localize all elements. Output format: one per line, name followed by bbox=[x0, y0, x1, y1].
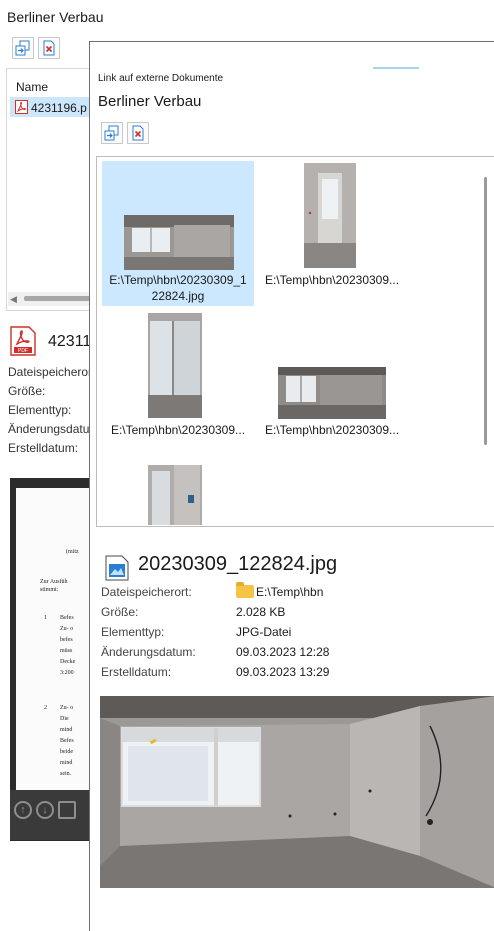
room-photo bbox=[100, 696, 494, 888]
file-name: 20230309_122824.jpg bbox=[138, 553, 338, 575]
pdf-text: müss bbox=[60, 648, 73, 654]
remove-link-icon bbox=[43, 40, 55, 56]
detail-value-location[interactable]: E:\Temp\hbn bbox=[256, 585, 323, 599]
image-tile[interactable] bbox=[102, 461, 254, 526]
detail-label-size: Größe: bbox=[101, 605, 139, 619]
pdf-text: Zu- o bbox=[60, 626, 74, 632]
front-window: Link auf externe Dokumente Berliner Verb… bbox=[89, 41, 494, 931]
scrollbar-thumb[interactable] bbox=[24, 296, 94, 301]
window-title: Berliner Verbau bbox=[98, 93, 202, 110]
detail-value-modified: 09.03.2023 12:28 bbox=[236, 645, 330, 659]
add-link-button[interactable] bbox=[101, 122, 123, 144]
image-caption: E:\Temp\hbn\20230309... bbox=[264, 423, 400, 437]
window-caption: Link auf externe Dokumente bbox=[98, 73, 224, 84]
pdf-text: befes bbox=[60, 637, 73, 643]
pdf-text: Die bbox=[60, 716, 69, 722]
image-caption: E:\Temp\hbn\20230309... bbox=[110, 423, 246, 437]
detail-label-created: Erstelldatum: bbox=[101, 665, 172, 679]
scroll-left-arrow-icon[interactable]: ◀ bbox=[10, 294, 17, 305]
detail-value-created: 09.03.2023 13:29 bbox=[236, 665, 330, 679]
folder-icon bbox=[236, 582, 254, 598]
detail-label-modified: Änderungsdatum: bbox=[101, 645, 196, 659]
arrow-up-icon[interactable]: ↑ bbox=[14, 801, 32, 819]
remove-link-icon bbox=[132, 125, 144, 141]
image-tile[interactable]: E:\Temp\hbn\20230309... bbox=[256, 311, 408, 456]
arrow-down-icon[interactable]: ↓ bbox=[36, 801, 54, 819]
detail-value-type: JPG-Datei bbox=[236, 625, 292, 639]
image-caption: E:\Temp\hbn\20230309... bbox=[264, 273, 400, 287]
detail-value-size: 2.028 KB bbox=[236, 605, 286, 619]
detail-label: Änderungsdatu bbox=[8, 422, 90, 436]
header-accent-line bbox=[373, 67, 419, 69]
pdf-text: mind bbox=[60, 727, 73, 733]
image-tile[interactable]: E:\Temp\hbn\20230309... bbox=[102, 311, 254, 456]
detail-label: Erstelldatum: bbox=[8, 441, 79, 455]
detail-label-type: Elementtyp: bbox=[101, 625, 165, 639]
pdf-text: sein. bbox=[60, 771, 72, 777]
pdf-text: Zur Ausfüh bbox=[40, 579, 68, 585]
back-add-link-button[interactable] bbox=[12, 37, 34, 59]
pdf-text: 2 bbox=[44, 705, 47, 711]
image-tile[interactable]: E:\Temp\hbn\20230309_1 22824.jpg bbox=[102, 161, 254, 306]
image-thumbnail bbox=[148, 313, 202, 418]
add-link-icon bbox=[15, 40, 30, 56]
pdf-text: stimmt: bbox=[40, 587, 59, 593]
pdf-page: (mitz Zur Ausfüh stimmt: 1 Befes Zu- o b… bbox=[16, 488, 94, 838]
pdf-text: Befes bbox=[60, 615, 74, 621]
column-header-name[interactable]: Name bbox=[16, 80, 48, 94]
image-caption: E:\Temp\hbn\20230309_1 bbox=[109, 273, 247, 287]
back-file-name: 42311 bbox=[48, 333, 92, 350]
remove-link-button[interactable] bbox=[127, 122, 149, 144]
detail-label: Dateispeicheror bbox=[8, 365, 93, 379]
detail-label-location: Dateispeicherort: bbox=[101, 585, 192, 599]
pdf-file-icon bbox=[15, 100, 28, 114]
image-file-icon bbox=[105, 555, 129, 581]
image-thumbnail bbox=[148, 465, 202, 525]
pdf-text: mind bbox=[60, 760, 73, 766]
pdf-preview-toolbar: ↑ ↓ bbox=[10, 790, 94, 840]
pdf-text: 1 bbox=[44, 615, 47, 621]
image-thumbnail bbox=[278, 367, 386, 419]
pdf-text: (mitz bbox=[66, 549, 79, 555]
list-item-label: 4231196.p bbox=[31, 101, 87, 115]
image-caption: 22824.jpg bbox=[151, 289, 205, 303]
image-preview bbox=[100, 696, 494, 888]
image-grid[interactable]: E:\Temp\hbn\20230309_1 22824.jpg E:\Temp… bbox=[96, 156, 494, 527]
pdf-text: beide bbox=[60, 749, 73, 755]
image-thumbnail bbox=[304, 163, 356, 268]
detail-label: Größe: bbox=[8, 384, 46, 398]
pdf-text: Befes bbox=[60, 738, 74, 744]
svg-text:PDF: PDF bbox=[18, 348, 28, 354]
pdf-text: Decke bbox=[60, 659, 76, 665]
page-icon[interactable] bbox=[58, 801, 76, 819]
back-horizontal-scrollbar[interactable]: ◀ bbox=[8, 292, 94, 306]
pdf-text: 3:200 bbox=[60, 670, 74, 676]
detail-label: Elementtyp: bbox=[8, 403, 72, 417]
pdf-file-icon: PDF bbox=[10, 326, 36, 356]
image-thumbnail bbox=[124, 215, 234, 270]
back-window-title: Berliner Verbau bbox=[7, 9, 104, 25]
pdf-text: Zu- o bbox=[60, 705, 74, 711]
back-file-list[interactable]: Name 4231196.p bbox=[6, 68, 96, 311]
back-remove-link-button[interactable] bbox=[38, 37, 60, 59]
back-pdf-preview: (mitz Zur Ausfüh stimmt: 1 Befes Zu- o b… bbox=[10, 478, 94, 841]
grid-scrollbar-thumb[interactable] bbox=[484, 177, 487, 445]
image-tile[interactable]: E:\Temp\hbn\20230309... bbox=[256, 161, 408, 306]
add-link-icon bbox=[104, 125, 119, 141]
